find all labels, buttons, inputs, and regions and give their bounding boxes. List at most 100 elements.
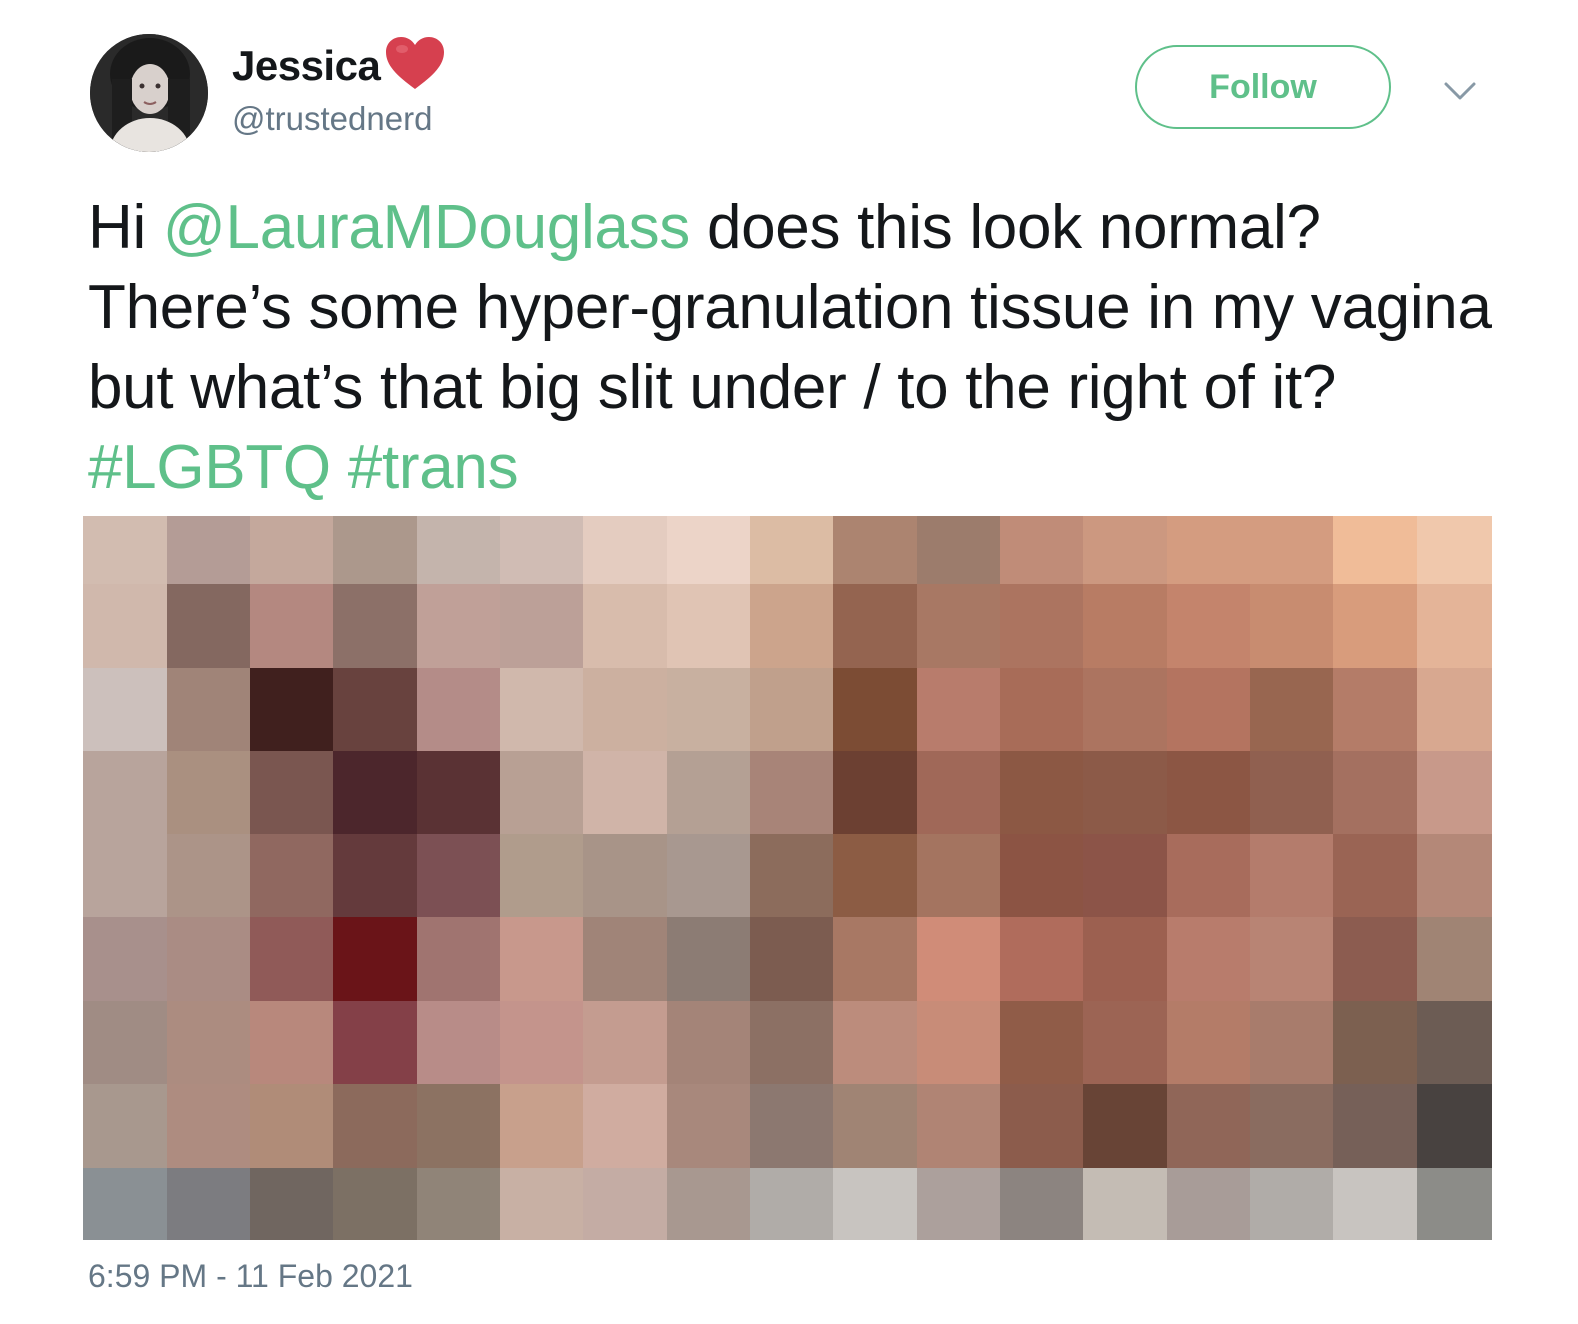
mosaic-tile — [583, 1001, 668, 1085]
mosaic-tile — [583, 834, 668, 918]
mosaic-tile — [250, 917, 334, 1002]
mosaic-tile — [83, 668, 168, 752]
mosaic-tile — [917, 751, 1001, 835]
mosaic-tile — [500, 1084, 584, 1169]
mosaic-tile — [500, 1001, 584, 1085]
mosaic-tile — [750, 668, 834, 752]
mosaic-tile — [500, 668, 584, 752]
mosaic-tile — [750, 1168, 834, 1240]
mosaic-tile — [583, 917, 668, 1002]
mosaic-tile — [917, 917, 1001, 1002]
mosaic-tile — [1250, 1168, 1334, 1240]
mosaic-tile — [500, 751, 584, 835]
mosaic-tile — [250, 668, 334, 752]
mosaic-tile — [1000, 1084, 1084, 1169]
avatar-image — [90, 34, 208, 152]
mosaic-tile — [667, 1168, 751, 1240]
mosaic-tile — [1167, 1084, 1251, 1169]
display-name[interactable]: Jessica — [232, 42, 381, 90]
hashtag-link[interactable]: #trans — [348, 433, 519, 502]
mosaic-tile — [1083, 917, 1168, 1002]
pixelated-image — [83, 516, 1492, 1240]
mosaic-tile — [417, 584, 501, 669]
mosaic-tile — [1417, 668, 1492, 752]
mosaic-tile — [250, 751, 334, 835]
tweet-text: Hi @LauraMDouglass does this look normal… — [88, 188, 1508, 508]
mosaic-tile — [583, 751, 668, 835]
mosaic-tile — [1333, 516, 1418, 585]
mosaic-tile — [167, 516, 251, 585]
mosaic-tile — [1250, 668, 1334, 752]
mosaic-tile — [83, 1084, 168, 1169]
mosaic-tile — [917, 1084, 1001, 1169]
mosaic-tile — [583, 516, 668, 585]
mosaic-tile — [333, 1001, 418, 1085]
mosaic-tile — [667, 1001, 751, 1085]
mosaic-tile — [583, 584, 668, 669]
mosaic-tile — [1333, 1084, 1418, 1169]
mosaic-tile — [1000, 1001, 1084, 1085]
chevron-down-icon[interactable] — [1440, 76, 1480, 106]
mosaic-tile — [1167, 834, 1251, 918]
tweet-card: Jessica @trustednerd Follow Hi @LauraMDo… — [0, 0, 1578, 1324]
mosaic-tile — [333, 516, 418, 585]
mosaic-tile — [917, 516, 1001, 585]
mosaic-tile — [417, 834, 501, 918]
mosaic-tile — [1333, 751, 1418, 835]
mosaic-tile — [83, 834, 168, 918]
mosaic-tile — [417, 751, 501, 835]
mosaic-tile — [1333, 917, 1418, 1002]
mosaic-tile — [500, 584, 584, 669]
mosaic-tile — [333, 1168, 418, 1240]
mosaic-tile — [250, 1168, 334, 1240]
mosaic-tile — [1250, 917, 1334, 1002]
mosaic-tile — [583, 1084, 668, 1169]
mosaic-tile — [1417, 751, 1492, 835]
mosaic-tile — [667, 751, 751, 835]
mosaic-tile — [667, 834, 751, 918]
mosaic-tile — [1417, 1168, 1492, 1240]
mosaic-tile — [500, 516, 584, 585]
mosaic-tile — [833, 516, 918, 585]
mosaic-tile — [1083, 751, 1168, 835]
mosaic-tile — [1250, 516, 1334, 585]
mosaic-tile — [1083, 516, 1168, 585]
mosaic-tile — [667, 516, 751, 585]
mosaic-tile — [83, 1001, 168, 1085]
mosaic-tile — [250, 1084, 334, 1169]
mosaic-tile — [1417, 516, 1492, 585]
mosaic-tile — [1250, 584, 1334, 669]
mosaic-tile — [167, 917, 251, 1002]
mosaic-tile — [667, 668, 751, 752]
mention-link[interactable]: @LauraMDouglass — [163, 193, 690, 262]
mosaic-tile — [83, 751, 168, 835]
mosaic-tile — [1000, 834, 1084, 918]
mosaic-tile — [917, 1001, 1001, 1085]
tweet-text-segment — [331, 433, 348, 502]
mosaic-tile — [1000, 584, 1084, 669]
mosaic-tile — [917, 584, 1001, 669]
mosaic-tile — [1417, 917, 1492, 1002]
mosaic-tile — [500, 834, 584, 918]
mosaic-tile — [1083, 1168, 1168, 1240]
mosaic-tile — [167, 834, 251, 918]
mosaic-tile — [1000, 751, 1084, 835]
mosaic-tile — [667, 917, 751, 1002]
avatar[interactable] — [90, 34, 208, 152]
mosaic-tile — [1167, 1168, 1251, 1240]
mosaic-tile — [167, 1001, 251, 1085]
mosaic-tile — [1167, 584, 1251, 669]
tweet-timestamp[interactable]: 6:59 PM - 11 Feb 2021 — [88, 1258, 413, 1295]
tweet-media-image[interactable] — [83, 516, 1492, 1240]
mosaic-tile — [750, 834, 834, 918]
author-handle[interactable]: @trustednerd — [232, 100, 432, 138]
mosaic-tile — [750, 751, 834, 835]
mosaic-tile — [333, 917, 418, 1002]
mosaic-tile — [83, 584, 168, 669]
mosaic-tile — [833, 668, 918, 752]
hashtag-link[interactable]: #LGBTQ — [88, 433, 331, 502]
follow-button[interactable]: Follow — [1135, 45, 1391, 129]
mosaic-tile — [333, 834, 418, 918]
mosaic-tile — [167, 1168, 251, 1240]
mosaic-tile — [1333, 668, 1418, 752]
